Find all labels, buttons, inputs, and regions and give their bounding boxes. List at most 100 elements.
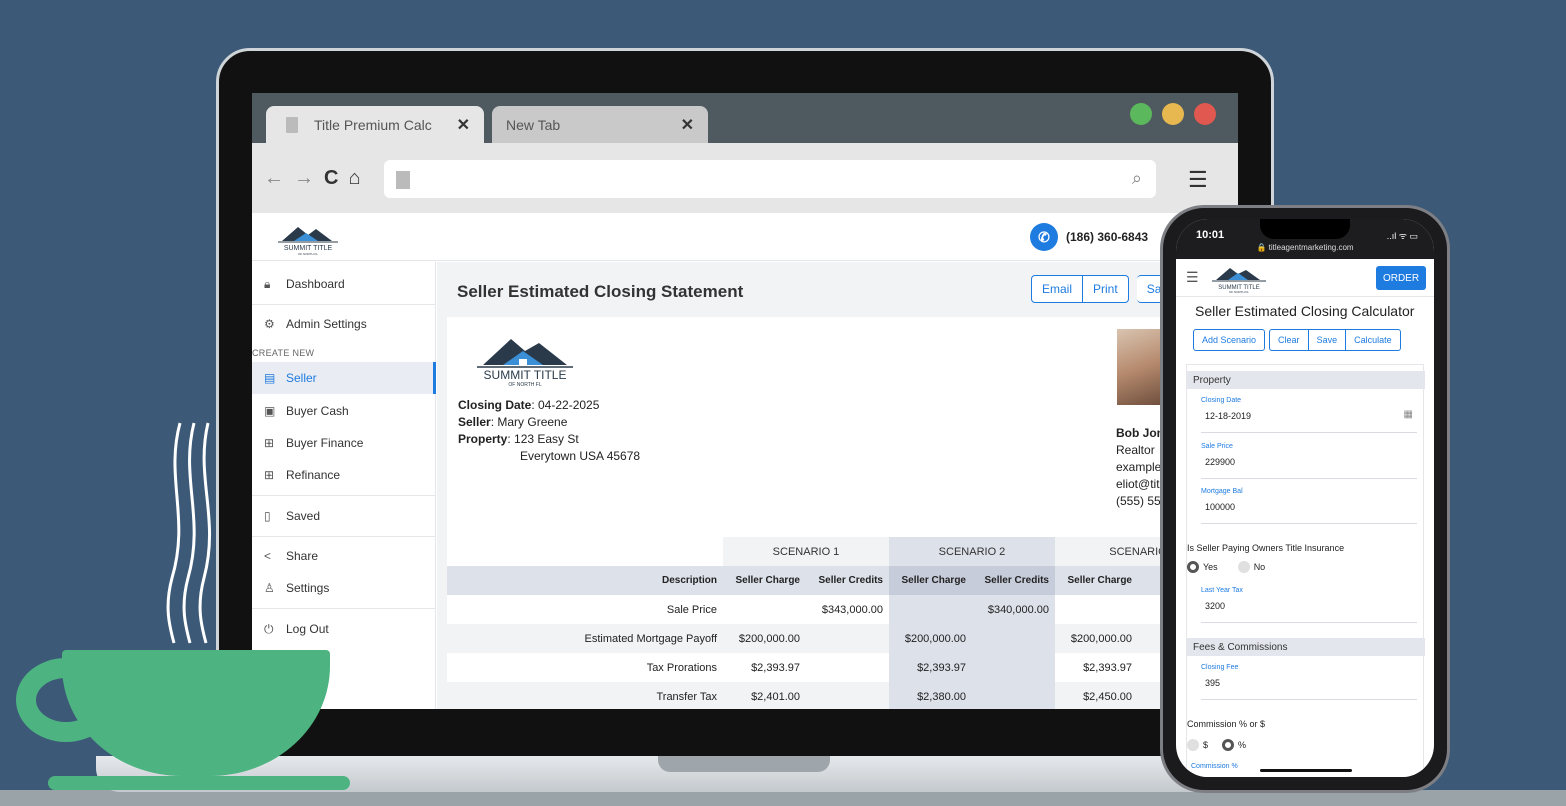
column-header: Description — [447, 566, 723, 595]
sidebar-item-seller[interactable]: ▤ Seller — [252, 362, 436, 394]
statement-info: Closing Date: 04-22-2025 Seller: Mary Gr… — [458, 397, 640, 465]
table-cell: $200,000.00 — [1055, 624, 1138, 653]
divider — [252, 304, 436, 305]
minimize-button[interactable] — [1162, 103, 1184, 125]
sidebar-item-log-out[interactable]: ⏻ Log Out — [252, 613, 436, 645]
brand-sub: OF NORTH FL — [298, 252, 318, 256]
owners-title-radio-group: Yes No — [1187, 561, 1265, 573]
scenario-header-row: SCENARIO 1 SCENARIO 2 SCENARIO — [447, 537, 1221, 566]
reload-icon[interactable]: C — [324, 167, 338, 190]
print-button[interactable]: Print — [1083, 275, 1129, 303]
divider — [252, 536, 436, 537]
clear-button[interactable]: Clear — [1269, 329, 1309, 351]
column-header: Seller Charge — [723, 566, 806, 595]
sidebar: 🔒︎ Dashboard ⚙ Admin Settings CREATE NEW… — [252, 262, 436, 709]
close-icon[interactable]: ✕ — [681, 115, 694, 135]
add-scenario-button[interactable]: Add Scenario — [1193, 329, 1266, 351]
row-description: Tax Prorations — [646, 661, 717, 674]
table-cell: $2,393.97 — [889, 653, 972, 682]
radio-dollar[interactable] — [1187, 739, 1199, 751]
property-value: : 123 Easy St — [507, 432, 579, 446]
hamburger-menu-icon[interactable]: ☰ — [1188, 167, 1208, 193]
table-cell — [972, 682, 1055, 709]
browser-tab-new[interactable]: New Tab ✕ — [492, 106, 708, 143]
phone-screen: 10:01 ..ıl ᯤ ▭ 🔒 titleagentmarketing.com… — [1176, 219, 1434, 777]
sidebar-item-buyer-cash[interactable]: ▣ Buyer Cash — [252, 395, 436, 427]
closing-date-field[interactable]: Closing Date 12-18-2019 ▦ — [1201, 395, 1417, 433]
order-button[interactable]: ORDER — [1376, 266, 1426, 290]
sidebar-item-label: Dashboard — [286, 277, 345, 291]
table-cell: $2,450.00 — [1055, 682, 1138, 709]
owners-title-question: Is Seller Paying Owners Title Insurance — [1187, 543, 1345, 553]
sidebar-item-buyer-finance[interactable]: ⊞ Buyer Finance — [252, 427, 436, 459]
scenario-2-header: SCENARIO 2 — [889, 537, 1055, 566]
phone-contact[interactable]: ✆ (186) 360-6843 — [1030, 223, 1148, 251]
address-bar[interactable]: ⌕ — [384, 160, 1156, 198]
phone-page-title: Seller Estimated Closing Calculator — [1195, 303, 1415, 319]
search-icon[interactable]: ⌕ — [1132, 168, 1142, 189]
row-description: Estimated Mortgage Payoff — [447, 624, 723, 653]
close-icon[interactable]: ✕ — [457, 115, 470, 135]
table-cell: $2,380.00 — [889, 682, 972, 709]
summit-title-logo[interactable]: SUMMIT TITLE OF NORTH FL — [268, 219, 348, 257]
table-cell — [806, 653, 889, 682]
home-icon[interactable]: ⌂ — [348, 167, 360, 190]
commission-percent-label: Commission % — [1191, 763, 1238, 770]
main-content: Seller Estimated Closing Statement Email… — [437, 262, 1238, 709]
closing-statement-document: SUMMIT TITLE OF NORTH FL Closing Date: 0… — [447, 317, 1238, 709]
page-icon — [396, 171, 410, 189]
sidebar-item-dashboard[interactable]: 🔒︎ Dashboard — [252, 268, 436, 300]
forward-arrow-icon[interactable]: → — [294, 167, 314, 190]
steam-decoration — [166, 422, 211, 644]
calculate-button[interactable]: Calculate — [1346, 329, 1401, 351]
cash-icon: ▣ — [264, 404, 276, 418]
row-description: Transfer Tax — [447, 682, 723, 709]
closing-fee-field[interactable]: Closing Fee 395 — [1201, 662, 1417, 700]
sale-price-field[interactable]: Sale Price 229900 — [1201, 441, 1417, 479]
sidebar-item-label: Seller — [286, 371, 317, 385]
email-button[interactable]: Email — [1031, 275, 1084, 303]
column-header: Seller Credits — [972, 566, 1055, 595]
field-label: Closing Fee — [1201, 664, 1239, 671]
share-icon: < — [264, 549, 272, 563]
field-label: Closing Date — [1201, 397, 1242, 404]
brand-sub: OF NORTH FL — [508, 382, 541, 388]
radio-dollar-label: $ — [1203, 740, 1209, 750]
mortgage-balance-field[interactable]: Mortgage Bal 100000 — [1201, 486, 1417, 524]
page-title: Seller Estimated Closing Statement — [457, 282, 744, 301]
back-arrow-icon[interactable]: ← — [264, 167, 284, 190]
browser-navbar: ← → C ⌂ ⌕ ☰ — [252, 143, 1238, 213]
table-cell — [972, 624, 1055, 653]
table-row: Transfer Tax $2,401.00 $2,380.00 $2,450.… — [447, 682, 1221, 709]
field-label: Mortgage Bal — [1201, 488, 1243, 495]
phone-action-buttons: Add Scenario Clear Save Calculate — [1193, 329, 1401, 351]
summit-title-logo[interactable]: SUMMIT TITLE OF NORTH FL — [1206, 262, 1272, 294]
lock-icon: 🔒︎ — [264, 276, 271, 291]
sidebar-item-settings[interactable]: ♙ Settings — [252, 572, 436, 604]
hamburger-menu-icon[interactable]: ☰ — [1186, 269, 1199, 286]
table-cell: $2,393.97 — [1083, 661, 1132, 674]
maximize-button[interactable] — [1130, 103, 1152, 125]
sidebar-item-refinance[interactable]: ⊞ Refinance — [252, 459, 436, 491]
bookmark-icon: ▯ — [264, 509, 271, 523]
radio-percent[interactable] — [1222, 739, 1235, 751]
phone-url[interactable]: 🔒 titleagentmarketing.com — [1176, 243, 1434, 252]
radio-yes[interactable] — [1187, 561, 1199, 573]
close-window-button[interactable] — [1194, 103, 1216, 125]
calendar-icon[interactable]: ▦ — [1404, 409, 1413, 420]
table-cell — [806, 682, 889, 709]
browser-tab-active[interactable]: Title Premium Calc ✕ — [266, 106, 484, 143]
radio-no[interactable] — [1237, 561, 1250, 573]
save-button[interactable]: Save — [1308, 329, 1347, 351]
last-year-tax-field[interactable]: Last Year Tax 3200 — [1201, 585, 1417, 623]
sidebar-item-saved[interactable]: ▯ Saved — [252, 500, 436, 532]
sidebar-item-share[interactable]: < Share — [252, 540, 436, 572]
field-label: Last Year Tax — [1201, 587, 1243, 594]
table-cell: $2,401.00 — [723, 682, 806, 709]
sidebar-item-label: Saved — [286, 509, 321, 523]
sidebar-item-admin-settings[interactable]: ⚙ Admin Settings — [252, 308, 436, 340]
home-indicator[interactable] — [1260, 769, 1352, 772]
phone-app-header: ☰ SUMMIT TITLE OF NORTH FL ORDER — [1176, 259, 1434, 297]
table-cell: $343,000.00 — [821, 603, 883, 616]
radio-percent-label: % — [1238, 740, 1247, 750]
